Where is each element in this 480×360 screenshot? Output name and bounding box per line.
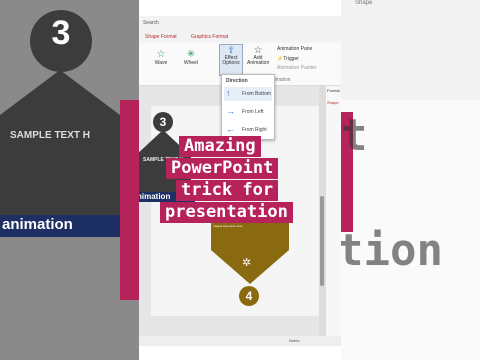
- add-animation-label: Add Animation: [247, 55, 270, 66]
- slide-badge-top: 3: [153, 112, 173, 132]
- bg-right-label: Shape: [355, 0, 373, 6]
- format-pane: Format Shape: [325, 86, 341, 336]
- search-bar[interactable]: Search: [139, 16, 341, 31]
- slide-animation-label: nimation: [139, 192, 171, 201]
- wheel-icon: ✳: [186, 49, 196, 60]
- arrow-right-icon: →: [226, 106, 235, 116]
- direction-header: Direction: [226, 78, 248, 84]
- bg-caption-strip: [120, 100, 139, 300]
- animation-painter-label: Animation Painter: [277, 65, 317, 71]
- arrow-up-icon: ↑: [226, 88, 231, 98]
- slide-badge-bottom: 4: [239, 286, 259, 306]
- effect-options-dropdown: Direction ↑ From Bottom → From Left ← Fr…: [221, 74, 275, 140]
- wave-effect-button[interactable]: ☆ Wave: [151, 49, 171, 66]
- caption-line-2: PowerPoint: [166, 158, 279, 179]
- from-left-label: From Left: [242, 109, 264, 115]
- caption-line-1: Amazing: [179, 136, 261, 157]
- background-left: 3 SAMPLE TEXT H animation: [0, 0, 139, 360]
- trigger-button[interactable]: ⚡Trigger: [277, 56, 299, 62]
- animation-pane-button[interactable]: Animation Pane: [277, 46, 312, 52]
- from-right-label: From Right: [242, 127, 267, 133]
- tab-graphics-format[interactable]: Graphics Format: [191, 34, 228, 40]
- tab-shape-format[interactable]: Shape Format: [145, 34, 177, 40]
- notes-button[interactable]: Notes: [289, 338, 299, 343]
- format-pane-title: Format: [327, 88, 340, 93]
- caption-line-4: presentation: [160, 202, 293, 223]
- animation-pane-label: Animation Pane: [277, 46, 313, 52]
- ribbon-tabs: Shape Format Graphics Format: [139, 31, 341, 43]
- trigger-label: Trigger: [283, 56, 299, 62]
- bg-number: 3: [51, 14, 71, 52]
- powerpoint-window: Search Shape Format Graphics Format ☆ Wa…: [139, 0, 341, 360]
- wheel-effect-button[interactable]: ✳ Wheel: [181, 49, 201, 66]
- dropdown-item-from-left[interactable]: → From Left: [224, 105, 272, 119]
- star-icon: ☆: [156, 49, 166, 60]
- network-icon: ✲: [242, 257, 252, 269]
- bg-right-text-1: t: [341, 110, 368, 161]
- status-bar: Notes: [139, 336, 341, 346]
- search-label: Search: [143, 20, 159, 26]
- dropdown-item-from-bottom[interactable]: ↑ From Bottom: [224, 87, 272, 101]
- bg-triangle: [0, 70, 139, 130]
- effect-options-label: Effect Options: [222, 55, 240, 66]
- background-right: Shape t tion: [341, 0, 480, 360]
- arrow-left-icon: ←: [226, 124, 235, 134]
- wheel-label: Wheel: [183, 60, 199, 66]
- bg-animation-text: animation: [2, 216, 73, 233]
- caption-line-3: trick for: [176, 180, 279, 201]
- wave-label: Wave: [154, 60, 168, 66]
- scrollbar-thumb[interactable]: [320, 196, 324, 286]
- bg-sample-text: SAMPLE TEXT H: [10, 130, 91, 141]
- animation-painter-button[interactable]: Animation Painter: [277, 65, 316, 71]
- dropdown-item-from-right[interactable]: ← From Right: [224, 123, 272, 137]
- bg-dark-block: [0, 130, 139, 215]
- bg-right-ribbon: [341, 0, 480, 100]
- effect-options-button[interactable]: ⇧ Effect Options: [219, 44, 243, 76]
- from-bottom-label: From Bottom: [242, 91, 271, 97]
- bg-right-text-2: tion: [341, 225, 443, 276]
- add-animation-button[interactable]: ☆ Add Animation: [247, 45, 269, 66]
- format-pane-tab[interactable]: Shape: [327, 100, 339, 105]
